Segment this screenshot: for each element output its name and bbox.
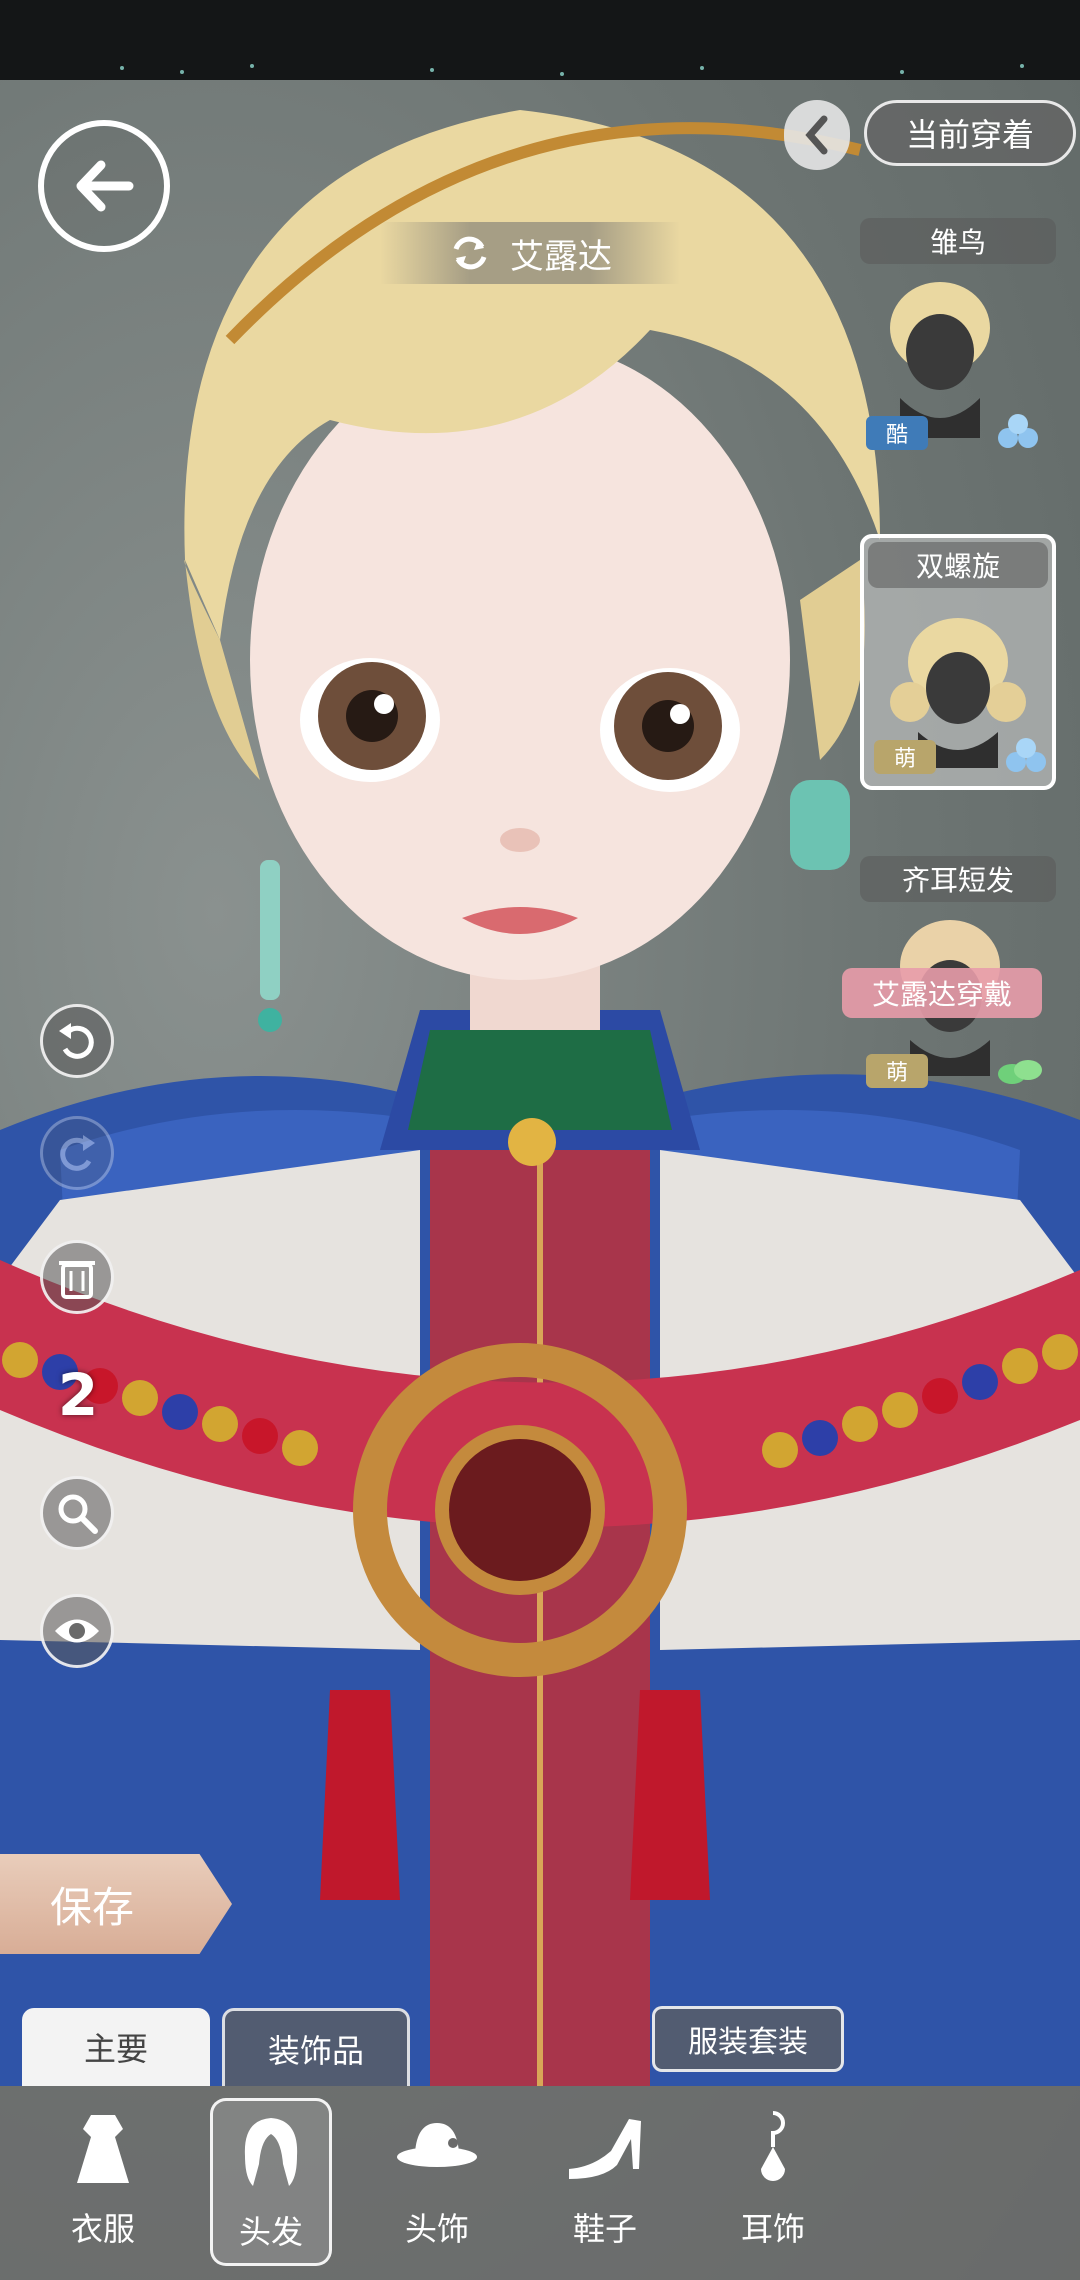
gem-cost-icon xyxy=(1006,738,1046,772)
tab-accessories[interactable]: 装饰品 xyxy=(222,2008,410,2086)
visibility-button[interactable] xyxy=(40,1594,114,1668)
worn-badge: 艾露达穿戴 xyxy=(842,968,1042,1018)
undo-icon xyxy=(59,1023,94,1059)
zoom-button[interactable] xyxy=(40,1476,114,1550)
leaf-cost-icon xyxy=(998,1060,1042,1084)
style-tag: 萌 xyxy=(874,740,936,774)
delete-button[interactable] xyxy=(40,1240,114,1314)
hat-icon xyxy=(397,2123,477,2167)
dress-icon xyxy=(77,2115,129,2183)
switch-icon xyxy=(453,236,487,270)
category-label: 衣服 xyxy=(70,2210,135,2248)
item-counter: 2 xyxy=(57,1361,99,1429)
arrow-left-icon xyxy=(76,160,134,212)
redo-icon xyxy=(60,1135,95,1171)
undo-button[interactable] xyxy=(40,1004,114,1078)
trash-icon xyxy=(59,1261,95,1299)
hair-icon xyxy=(244,2118,298,2186)
category-label: 鞋子 xyxy=(572,2210,637,2248)
category-headwear[interactable]: 头饰 xyxy=(376,2098,498,2266)
character-switch[interactable]: 艾露达 xyxy=(380,222,680,284)
hair-option-card-selected[interactable]: 双螺旋 萌 xyxy=(860,534,1056,790)
category-hair[interactable]: 头发 xyxy=(210,2098,332,2266)
style-tag: 萌 xyxy=(866,1054,928,1088)
redo-button[interactable] xyxy=(40,1116,114,1190)
hair-option-name: 齐耳短发 xyxy=(860,856,1056,902)
chevron-left-icon xyxy=(805,115,828,155)
style-tag: 酷 xyxy=(866,416,928,450)
earring-icon xyxy=(761,2111,785,2181)
hair-thumbnail: 酷 xyxy=(860,268,1056,458)
hair-thumbnail: 艾露达穿戴 萌 xyxy=(842,906,1056,1096)
hair-option-name: 双螺旋 xyxy=(868,542,1048,588)
gem-cost-icon xyxy=(998,414,1038,448)
category-label: 耳饰 xyxy=(740,2210,805,2248)
tab-main[interactable]: 主要 xyxy=(22,2008,210,2086)
character-name: 艾露达 xyxy=(510,236,612,277)
category-label: 头发 xyxy=(238,2213,303,2251)
category-earrings[interactable]: 耳饰 xyxy=(712,2098,834,2266)
current-outfit-button[interactable]: 当前穿着 xyxy=(864,100,1076,166)
heel-shoe-icon xyxy=(569,2119,641,2179)
outfit-set-button[interactable]: 服装套装 xyxy=(652,2006,844,2072)
save-button[interactable]: 保存 xyxy=(0,1854,232,1954)
collapse-panel-button[interactable] xyxy=(784,100,850,170)
hair-option-name: 雏鸟 xyxy=(860,218,1056,264)
magnifier-icon xyxy=(58,1494,98,1534)
category-label: 头饰 xyxy=(404,2210,469,2248)
hair-option-card[interactable]: 雏鸟 酷 xyxy=(860,218,1056,458)
back-button[interactable] xyxy=(38,120,170,252)
hair-option-card[interactable]: 齐耳短发 艾露达穿戴 萌 xyxy=(842,856,1056,1096)
category-clothes[interactable]: 衣服 xyxy=(42,2098,164,2266)
eye-icon xyxy=(55,1619,99,1643)
category-shoes[interactable]: 鞋子 xyxy=(544,2098,666,2266)
hair-thumbnail: 萌 xyxy=(868,592,1064,782)
